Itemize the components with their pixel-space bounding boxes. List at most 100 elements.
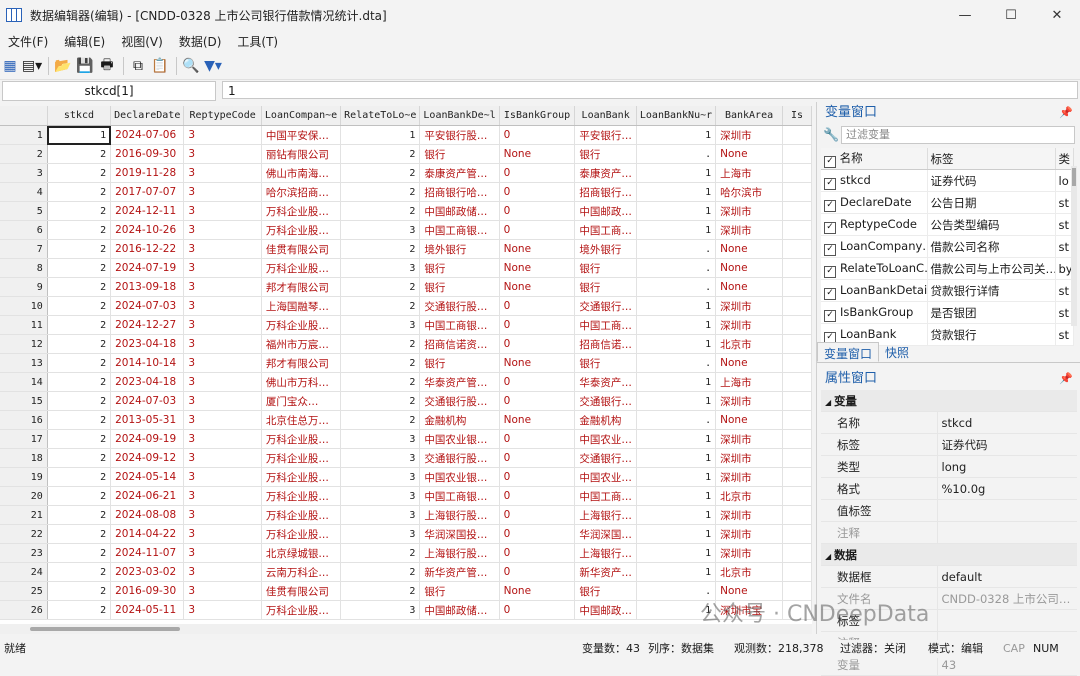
table-cell[interactable]: 0 (499, 334, 576, 354)
expand-arrow-icon[interactable]: ◢ (825, 398, 834, 407)
copy-icon[interactable]: ⧉ (128, 56, 148, 76)
table-cell[interactable]: 万科企业股… (261, 448, 342, 468)
table-cell[interactable]: 3 (183, 201, 262, 221)
table-cell[interactable]: 2 (47, 182, 112, 202)
property-row[interactable]: 标签 证券代码 (821, 433, 1077, 456)
table-cell[interactable]: 3 (183, 429, 262, 449)
row-number[interactable]: 14 (0, 372, 48, 392)
table-cell[interactable]: 北京住总万… (261, 410, 342, 430)
table-cell[interactable]: 平安银行… (574, 125, 637, 145)
table-cell[interactable]: 3 (183, 182, 262, 202)
pin-icon[interactable]: 📌 (1059, 368, 1073, 390)
table-cell[interactable]: 丽钻有限公司 (261, 144, 342, 164)
variable-name-cell[interactable]: ✓ stkcd (821, 169, 928, 192)
table-cell[interactable]: 中国农业… (574, 429, 637, 449)
table-cell[interactable] (782, 543, 812, 563)
table-cell[interactable] (782, 562, 812, 582)
table-cell[interactable]: 2024-07-06 (110, 125, 185, 145)
table-cell[interactable]: 2016-09-30 (110, 581, 185, 601)
table-cell[interactable]: 泰康资产… (574, 163, 637, 183)
table-cell[interactable]: 1 (636, 505, 717, 525)
table-cell[interactable]: . (636, 144, 717, 164)
property-row[interactable]: 名称 stkcd (821, 411, 1077, 434)
row-number[interactable]: 1 (0, 125, 48, 145)
table-cell[interactable]: 招商信诺… (574, 334, 637, 354)
table-cell[interactable]: 2 (340, 334, 421, 354)
table-cell[interactable]: 3 (340, 315, 421, 335)
table-cell[interactable]: 深圳市 (715, 467, 783, 487)
column-header[interactable]: ReptypeCode (183, 106, 262, 126)
table-cell[interactable]: 中国工商银… (419, 220, 500, 240)
table-cell[interactable]: 1 (636, 372, 717, 392)
table-cell[interactable]: 中国农业银… (419, 429, 500, 449)
table-cell[interactable] (782, 144, 812, 164)
scroll-thumb[interactable] (30, 627, 180, 631)
table-cell[interactable]: 2024-08-08 (110, 505, 185, 525)
variable-name-cell[interactable]: ✓ ReptypeCode (821, 213, 928, 236)
table-cell[interactable]: . (636, 239, 717, 259)
table-cell[interactable]: 1 (636, 182, 717, 202)
table-cell[interactable]: 3 (340, 505, 421, 525)
table-cell[interactable]: None (499, 353, 576, 373)
row-number[interactable]: 6 (0, 220, 48, 240)
table-cell[interactable]: 2023-03-02 (110, 562, 185, 582)
table-cell[interactable]: 中国邮政储… (419, 201, 500, 221)
table-cell[interactable]: 2 (47, 334, 112, 354)
variable-row[interactable]: ✓ ReptypeCode 公告类型编码 st (821, 213, 1074, 236)
table-cell[interactable]: 3 (183, 239, 262, 259)
menu-view[interactable]: 视图(V) (113, 33, 171, 50)
table-cell[interactable]: 华润深国… (574, 524, 637, 544)
table-cell[interactable]: 万科企业股… (261, 315, 342, 335)
table-cell[interactable]: 3 (183, 543, 262, 563)
table-cell[interactable]: 中国农业… (574, 467, 637, 487)
search-icon[interactable]: 🔍 (181, 56, 201, 76)
table-cell[interactable] (782, 372, 812, 392)
table-cell[interactable]: 1 (636, 543, 717, 563)
table-cell[interactable]: 2016-09-30 (110, 144, 185, 164)
table-cell[interactable]: 北京市 (715, 486, 783, 506)
table-cell[interactable]: 深圳市 (715, 391, 783, 411)
table-cell[interactable]: 银行 (574, 258, 637, 278)
table-cell[interactable]: 2 (47, 581, 112, 601)
table-cell[interactable]: 交通银行股… (419, 391, 500, 411)
property-value[interactable]: default (936, 565, 1077, 588)
table-cell[interactable]: 上海市 (715, 163, 783, 183)
table-cell[interactable]: 中国工商银… (419, 486, 500, 506)
table-cell[interactable]: 3 (340, 258, 421, 278)
checkbox-icon[interactable]: ✓ (824, 265, 836, 278)
property-section[interactable]: ◢ 数据 (821, 543, 1077, 566)
table-cell[interactable]: 银行 (574, 581, 637, 601)
checkbox-icon[interactable]: ✓ (824, 221, 836, 234)
table-cell[interactable]: 交通银行… (574, 391, 637, 411)
table-cell[interactable]: 1 (636, 467, 717, 487)
table-cell[interactable]: 福州市万宸… (261, 334, 342, 354)
table-cell[interactable]: 1 (636, 315, 717, 335)
table-cell[interactable]: 2 (47, 296, 112, 316)
table-cell[interactable]: 2024-07-03 (110, 391, 185, 411)
table-cell[interactable]: 3 (183, 562, 262, 582)
table-cell[interactable]: 深圳市 (715, 505, 783, 525)
table-cell[interactable] (782, 353, 812, 373)
table-cell[interactable]: 上海市 (715, 372, 783, 392)
pin-icon[interactable]: 📌 (1059, 102, 1073, 124)
layout-dropdown-icon[interactable]: ▤▾ (22, 56, 42, 76)
table-cell[interactable] (782, 277, 812, 297)
property-row[interactable]: 注释 (821, 521, 1077, 544)
scroll-thumb[interactable] (1072, 168, 1076, 186)
table-cell[interactable]: 3 (340, 429, 421, 449)
table-cell[interactable]: 0 (499, 448, 576, 468)
table-cell[interactable] (782, 220, 812, 240)
table-cell[interactable]: 2 (47, 391, 112, 411)
table-cell[interactable]: 中国平安保… (261, 125, 342, 145)
column-header[interactable]: IsBankGroup (499, 106, 576, 126)
table-cell[interactable]: 0 (499, 467, 576, 487)
table-cell[interactable]: 邦才有限公司 (261, 353, 342, 373)
table-cell[interactable]: 3 (183, 581, 262, 601)
row-number[interactable]: 23 (0, 543, 48, 563)
horizontal-scrollbar[interactable] (0, 624, 812, 634)
checkbox-icon[interactable]: ✓ (824, 199, 836, 212)
table-cell[interactable]: 深圳市 (715, 125, 783, 145)
menu-tools[interactable]: 工具(T) (229, 33, 286, 50)
table-cell[interactable]: 2016-12-22 (110, 239, 185, 259)
variable-row[interactable]: ✓ LoanBankDetail 贷款银行详情 st (821, 279, 1074, 302)
